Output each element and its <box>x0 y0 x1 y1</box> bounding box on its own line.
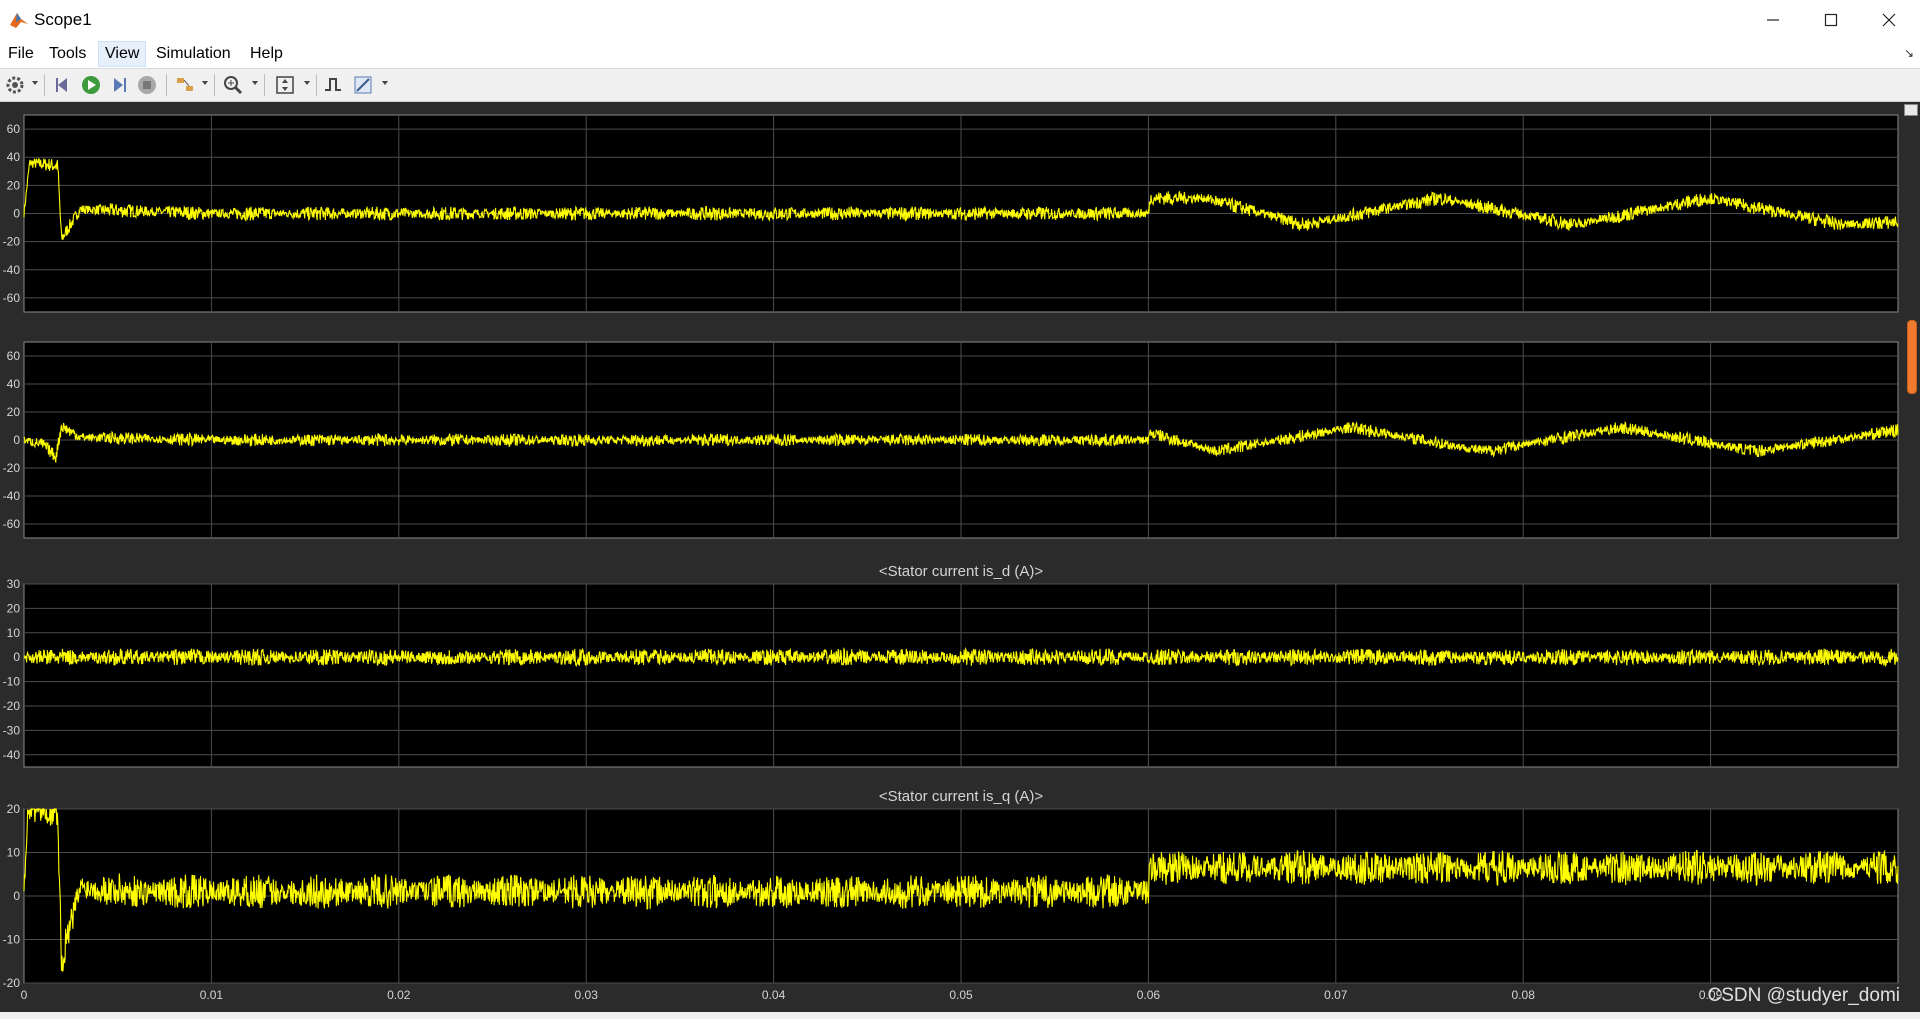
x-tick-label: 0.04 <box>762 988 786 1002</box>
y-tick-label: 10 <box>7 846 21 860</box>
scope-area: 60 40 20 0 -20 -40 -60 60 40 20 0 -20 -40 -60 30 20 10 0-… <box>0 102 1920 1012</box>
scrollbar-thumb[interactable] <box>1907 320 1917 394</box>
y-tick-label: 20 <box>7 601 21 615</box>
status-bar <box>0 1012 1920 1019</box>
x-tick-label: 0.05 <box>949 988 973 1002</box>
measurements-dropdown-icon[interactable] <box>382 81 388 85</box>
x-tick-label: 0.08 <box>1512 988 1536 1002</box>
settings-icon[interactable] <box>4 74 26 96</box>
matlab-icon <box>10 13 28 28</box>
menu-file[interactable]: File <box>2 42 40 66</box>
autoscale-dropdown-icon[interactable] <box>304 81 310 85</box>
menu-tools[interactable]: Tools <box>43 42 92 66</box>
highlight-simulink-icon[interactable] <box>174 74 196 96</box>
y-tick-label: -20 <box>3 699 21 713</box>
menu-simulation[interactable]: Simulation <box>150 42 237 66</box>
close-button[interactable] <box>1860 0 1918 40</box>
y-tick-label: -60 <box>3 517 21 531</box>
y-tick-label: 60 <box>7 122 21 136</box>
y-tick-label: -10 <box>3 675 21 689</box>
zoom-in-icon[interactable] <box>222 74 244 96</box>
settings-dropdown-icon[interactable] <box>32 81 38 85</box>
menu-help[interactable]: Help <box>244 42 289 66</box>
x-tick-label: 0.01 <box>200 988 224 1002</box>
y-tick-label: 20 <box>7 405 21 419</box>
y-tick-label: 0 <box>13 207 20 221</box>
toolbar-separator <box>214 74 215 96</box>
toolbar-separator <box>44 74 45 96</box>
y-tick-label: -20 <box>3 461 21 475</box>
y-tick-label: 60 <box>7 349 21 363</box>
toolbar <box>0 69 1920 102</box>
undock-axes-button[interactable] <box>1904 104 1918 116</box>
x-tick-label: 0.07 <box>1324 988 1348 1002</box>
close-icon <box>1882 13 1896 27</box>
y-tick-label: 40 <box>7 150 21 164</box>
zoom-dropdown-icon[interactable] <box>252 81 258 85</box>
x-tick-label: 0.06 <box>1137 988 1161 1002</box>
step-back-icon[interactable] <box>52 74 74 96</box>
x-tick-label: 0.02 <box>387 988 411 1002</box>
y-tick-label: -40 <box>3 263 21 277</box>
y-tick-label: 10 <box>7 626 21 640</box>
y-tick-label: -20 <box>3 976 21 990</box>
window-title: Scope1 <box>34 10 92 29</box>
y-tick-label: -60 <box>3 291 21 305</box>
y-tick-label: 40 <box>7 377 21 391</box>
y-tick-label: -40 <box>3 489 21 503</box>
scope-plots: 6040200-20-40-606040200-20-40-603020100-… <box>3 114 1899 1002</box>
toolbar-separator <box>264 74 265 96</box>
highlight-dropdown-icon[interactable] <box>202 81 208 85</box>
menu-bar: File Tools View Simulation Help ↘ <box>0 40 1920 69</box>
minimize-icon <box>1767 19 1779 21</box>
autoscale-icon[interactable] <box>274 74 296 96</box>
measurements-icon[interactable] <box>352 74 374 96</box>
y-tick-label: -40 <box>3 748 21 762</box>
minimize-button[interactable] <box>1744 0 1802 40</box>
step-forward-icon[interactable] <box>108 74 130 96</box>
y-tick-label: 20 <box>7 802 21 816</box>
trigger-icon[interactable] <box>322 74 344 96</box>
y-tick-label: 0 <box>13 889 20 903</box>
toolbar-separator <box>316 74 317 96</box>
menu-view[interactable]: View <box>98 41 147 67</box>
plot-title: <Stator current is_q (A)> <box>879 788 1043 805</box>
maximize-icon <box>1824 13 1838 27</box>
run-icon[interactable] <box>80 74 102 96</box>
watermark: CSDN @studyer_domi <box>1707 985 1900 1006</box>
y-tick-label: 0 <box>13 433 20 447</box>
y-tick-label: -20 <box>3 235 21 249</box>
maximize-button[interactable] <box>1802 0 1860 40</box>
x-tick-label: 0 <box>21 988 28 1002</box>
window-titlebar: Scope1 <box>0 0 1920 41</box>
plot-title: <Stator current is_d (A)> <box>879 563 1043 580</box>
y-tick-label: -10 <box>3 933 21 947</box>
y-tick-label: 20 <box>7 178 21 192</box>
x-tick-label: 0.03 <box>575 988 599 1002</box>
stop-icon[interactable] <box>136 74 158 96</box>
y-tick-label: 30 <box>7 577 21 591</box>
y-tick-label: 0 <box>13 650 20 664</box>
y-tick-label: -30 <box>3 723 21 737</box>
undock-arrow-icon[interactable]: ↘ <box>1904 46 1914 60</box>
toolbar-separator <box>166 74 167 96</box>
